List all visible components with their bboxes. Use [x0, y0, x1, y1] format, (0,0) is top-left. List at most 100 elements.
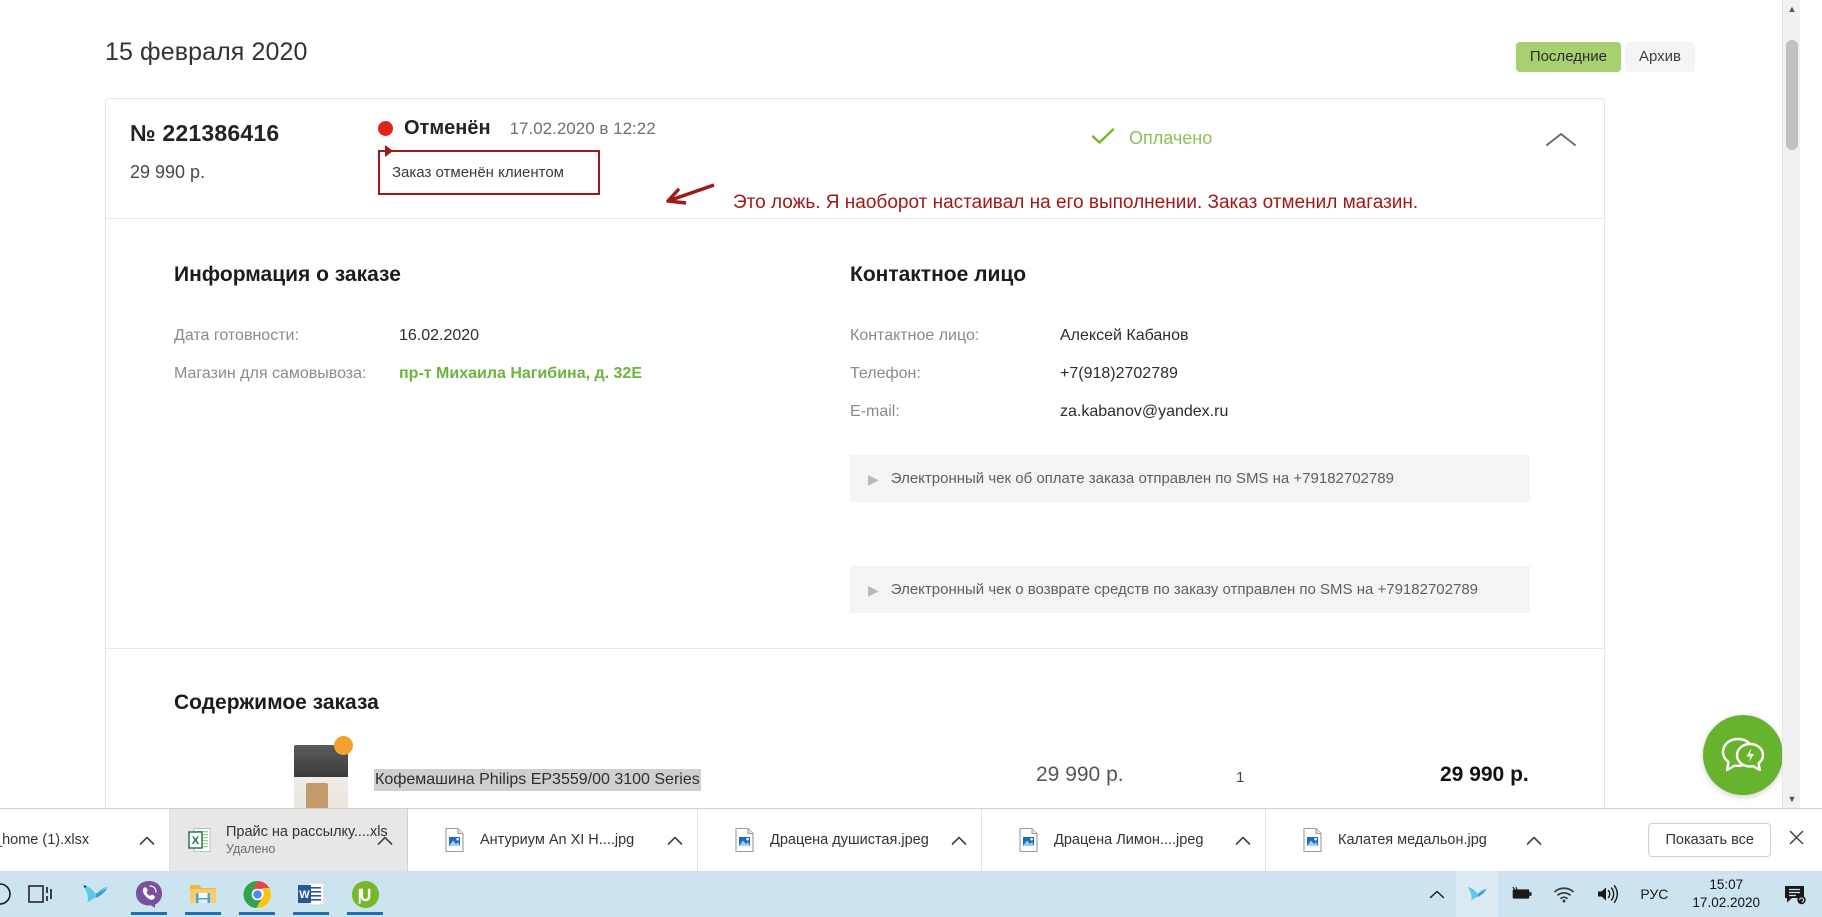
download-file-name: Калатея медальон.jpg	[1338, 832, 1487, 848]
downloads-shelf-actions: Показать все	[1648, 823, 1822, 857]
orders-filter-toggle: Последние Архив	[1515, 42, 1695, 72]
image-icon	[1303, 827, 1322, 853]
filter-recent-button[interactable]: Последние	[1515, 42, 1621, 72]
clock-date: 17.02.2020	[1692, 895, 1760, 910]
download-item-0[interactable]: _home (1).xlsx	[0, 808, 170, 872]
info-value-store-link[interactable]: пр-т Михаила Нагибина, д. 32Е	[399, 365, 642, 383]
download-item-1[interactable]: X Прайс на рассылку....xls Удалено	[170, 808, 408, 872]
download-item-2[interactable]: Антуриум An XI H....jpg	[408, 808, 698, 872]
product-quantity: 1	[1236, 769, 1245, 786]
download-menu-caret-icon[interactable]	[363, 809, 407, 872]
order-status-date: 17.02.2020 в 12:22	[509, 118, 656, 138]
taskbar-clock[interactable]: 15:07 17.02.2020	[1680, 876, 1772, 912]
screen: 15 февраля 2020 Последние Архив № 221386…	[0, 0, 1822, 917]
close-icon[interactable]	[1785, 826, 1808, 854]
download-item-3[interactable]: Драцена душистая.jpeg	[698, 808, 982, 872]
wifi-icon[interactable]	[1544, 871, 1584, 917]
info-row-ready-date: Дата готовности: 16.02.2020	[174, 327, 794, 345]
info-value: 16.02.2020	[399, 327, 480, 344]
product-badge-icon	[334, 736, 353, 755]
annotation-text: Это ложь. Я наоборот настаивал на его вы…	[733, 192, 1419, 213]
contact-label: Контактное лицо:	[850, 327, 980, 344]
contact-title: Контактное лицо	[850, 263, 1027, 286]
order-details-body: Информация о заказе Дата готовности: 16.…	[106, 219, 1604, 649]
product-total-price: 29 990 р.	[1440, 763, 1529, 786]
contact-row-phone: Телефон: +7(918)2702789	[850, 365, 1530, 383]
cancel-reason-box: Заказ отменён клиентом	[378, 150, 600, 195]
status-dot-icon	[378, 121, 393, 136]
order-number: № 221386416	[130, 120, 280, 146]
chat-support-button[interactable]	[1703, 715, 1783, 795]
volume-icon[interactable]	[1586, 871, 1628, 917]
cortana-search-icon[interactable]	[0, 871, 14, 917]
chat-bubbles-icon	[1721, 737, 1765, 772]
battery-icon[interactable]	[1500, 871, 1542, 917]
svg-text:X: X	[192, 835, 200, 847]
receipt-notice-text: Электронный чек об оплате заказа отправл…	[890, 470, 1394, 487]
chevron-up-icon[interactable]	[1420, 871, 1454, 917]
downloads-shelf: _home (1).xlsx X Прайс на рассылку....xl…	[0, 808, 1822, 872]
viber-icon[interactable]	[122, 871, 176, 917]
contact-value: Алексей Кабанов	[1060, 327, 1189, 344]
scroll-down-arrow-icon[interactable]: ▼	[1783, 790, 1800, 808]
image-icon	[735, 827, 754, 853]
receipt-notice-text: Электронный чек о возврате средств по за…	[890, 581, 1479, 598]
clock-time: 15:07	[1709, 876, 1744, 892]
order-items-section: Содержимое заказа Кофемашина Philips EP3…	[106, 649, 1604, 808]
task-view-icon[interactable]	[14, 871, 68, 917]
order-item-row: Кофемашина Philips EP3559/00 3100 Series…	[174, 736, 1580, 808]
download-file-name: Антуриум An XI H....jpg	[480, 832, 635, 848]
receipt-notice-refund[interactable]: ▶ Электронный чек о возврате средств по …	[850, 566, 1530, 613]
excel-icon: X	[188, 828, 211, 852]
contact-row-name: Контактное лицо: Алексей Кабанов	[850, 327, 1530, 345]
image-icon	[1019, 827, 1038, 853]
order-status-block: Отменён 17.02.2020 в 12:22 Заказ отменён…	[378, 117, 656, 195]
date-header-row: 15 февраля 2020 Последние Архив	[105, 38, 1695, 78]
scrollbar-thumb[interactable]	[1786, 40, 1798, 150]
download-menu-caret-icon[interactable]	[653, 809, 697, 872]
download-menu-caret-icon[interactable]	[125, 809, 169, 872]
order-content-title: Содержимое заказа	[174, 691, 379, 714]
word-icon[interactable]: W	[284, 871, 338, 917]
taskbar-icons: W	[0, 871, 392, 917]
svg-text:W: W	[299, 889, 310, 901]
page-scrollbar[interactable]: ▲ ▼	[1782, 0, 1800, 808]
download-menu-caret-icon[interactable]	[1512, 809, 1556, 872]
system-tray: РУС 15:07 17.02.2020	[1420, 871, 1822, 917]
show-all-downloads-button[interactable]: Показать все	[1648, 823, 1771, 857]
file-explorer-icon[interactable]	[176, 871, 230, 917]
order-status-text: Отменён	[404, 117, 491, 139]
download-file-name: Драцена душистая.jpeg	[770, 832, 929, 848]
download-item-4[interactable]: Драцена Лимон....jpeg	[982, 808, 1266, 872]
download-menu-caret-icon[interactable]	[1221, 809, 1265, 872]
payment-status-block: Оплачено	[1091, 127, 1212, 149]
utorrent-icon[interactable]	[338, 871, 392, 917]
notifications-icon[interactable]	[1774, 871, 1816, 917]
contact-label: Телефон:	[850, 365, 921, 382]
contact-value: +7(918)2702789	[1060, 365, 1178, 382]
contact-column: Контактное лицо Контактное лицо: Алексей…	[850, 263, 1530, 613]
hummingbird-tray-icon[interactable]	[1456, 871, 1499, 917]
download-item-5[interactable]: Калатея медальон.jpg	[1266, 809, 1556, 872]
collapse-order-button[interactable]	[1544, 129, 1578, 157]
receipt-notice-payment[interactable]: ▶ Электронный чек об оплате заказа отпра…	[850, 455, 1530, 502]
filter-archive-button[interactable]: Архив	[1624, 42, 1695, 72]
play-triangle-icon: ▶	[868, 581, 879, 598]
language-indicator[interactable]: РУС	[1630, 886, 1678, 902]
contact-label: E-mail:	[850, 403, 900, 420]
windows-taskbar: W РУС 15:07 17.02.2020	[0, 871, 1822, 917]
order-info-column: Информация о заказе Дата готовности: 16.…	[174, 263, 794, 403]
product-name[interactable]: Кофемашина Philips EP3559/00 3100 Series	[374, 769, 701, 791]
contact-row-email: E-mail: za.kabanov@yandex.ru	[850, 403, 1530, 421]
download-menu-caret-icon[interactable]	[937, 809, 981, 872]
payment-status-text: Оплачено	[1129, 127, 1213, 148]
order-info-title: Информация о заказе	[174, 263, 401, 286]
scroll-up-arrow-icon[interactable]: ▲	[1783, 0, 1800, 18]
contact-value: za.kabanov@yandex.ru	[1060, 403, 1229, 420]
download-file-name: Драцена Лимон....jpeg	[1054, 832, 1204, 848]
order-sum: 29 990 р.	[130, 162, 206, 182]
info-label: Магазин для самовывоза:	[174, 365, 367, 382]
chrome-icon[interactable]	[230, 871, 284, 917]
play-triangle-icon: ▶	[868, 470, 879, 487]
hummingbird-icon[interactable]	[68, 871, 122, 917]
